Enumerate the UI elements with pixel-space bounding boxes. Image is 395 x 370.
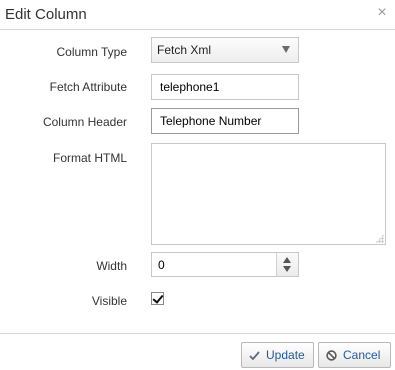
width-number-input[interactable]: 0 (151, 252, 299, 277)
column-type-value: Fetch Xml (157, 43, 212, 57)
width-label: Width (96, 259, 127, 273)
width-value: 0 (158, 258, 165, 272)
dialog-header: Edit Column × (0, 0, 395, 30)
edit-column-dialog: Edit Column × Column Type Fetch Xml Fetc… (0, 0, 395, 370)
format-html-textarea[interactable] (151, 143, 386, 245)
chevron-down-icon (282, 46, 290, 53)
column-header-input[interactable] (151, 108, 299, 134)
column-type-label: Column Type (56, 45, 127, 59)
column-type-select[interactable]: Fetch Xml (151, 37, 299, 63)
spin-down-icon[interactable] (283, 266, 291, 272)
ban-icon (326, 350, 337, 361)
close-icon[interactable]: × (375, 4, 389, 22)
cancel-button[interactable]: Cancel (318, 342, 391, 368)
checkmark-icon (152, 292, 164, 304)
footer-divider (0, 333, 395, 334)
visible-checkbox[interactable] (151, 292, 164, 305)
visible-label: Visible (91, 294, 127, 308)
format-html-label: Format HTML (52, 151, 127, 165)
dialog-title: Edit Column (5, 6, 87, 23)
column-header-label: Column Header (42, 115, 127, 129)
update-button[interactable]: Update (241, 342, 314, 368)
spin-up-icon[interactable] (283, 257, 291, 263)
fetch-attribute-input[interactable] (151, 74, 299, 100)
fetch-attribute-label: Fetch Attribute (49, 80, 127, 94)
width-spinner (276, 253, 298, 276)
check-icon (249, 351, 260, 361)
update-label: Update (266, 348, 305, 362)
cancel-label: Cancel (343, 348, 381, 362)
resize-grip-icon[interactable] (375, 234, 384, 243)
